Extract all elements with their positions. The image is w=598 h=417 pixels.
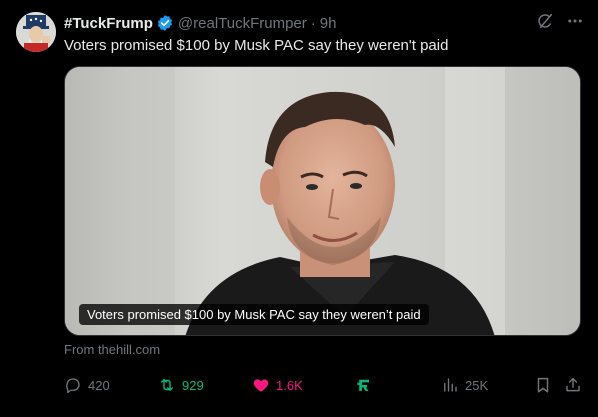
heart-icon xyxy=(252,376,270,394)
action-bar: 420 929 1.6K 25K xyxy=(64,376,584,398)
like-button[interactable]: 1.6K xyxy=(252,376,303,394)
link-source[interactable]: From thehill.com xyxy=(64,342,160,357)
link-card-image[interactable]: Voters promised $100 by Musk PAC say the… xyxy=(64,66,581,336)
share-button[interactable] xyxy=(564,376,582,394)
verified-badge-icon xyxy=(156,14,174,32)
extension-icon xyxy=(354,376,372,394)
reply-count: 420 xyxy=(88,377,110,393)
repost-icon xyxy=(158,376,176,394)
bookmark-button[interactable] xyxy=(534,376,552,394)
views-count: 25K xyxy=(465,377,489,393)
media-caption: Voters promised $100 by Musk PAC say the… xyxy=(79,304,429,325)
handle[interactable]: @realTuckFrumper xyxy=(178,15,307,32)
views-icon xyxy=(441,376,459,394)
views-button[interactable]: 25K xyxy=(441,376,488,394)
bookmark-icon xyxy=(534,376,552,394)
extension-button[interactable] xyxy=(354,376,372,394)
post-text: Voters promised $100 by Musk PAC say the… xyxy=(64,37,449,54)
share-icon xyxy=(564,376,582,394)
separator-dot: · xyxy=(310,14,316,32)
portrait-photo xyxy=(65,67,580,335)
repost-button[interactable]: 929 xyxy=(158,376,204,394)
grok-icon[interactable] xyxy=(536,12,554,35)
timestamp[interactable]: 9h xyxy=(320,15,337,32)
post-top-actions xyxy=(536,12,584,35)
reply-icon xyxy=(64,376,82,394)
post-header: #TuckFrump @realTuckFrumper · 9h xyxy=(64,13,336,33)
like-count: 1.6K xyxy=(276,377,303,393)
more-icon[interactable] xyxy=(566,12,584,35)
avatar[interactable] xyxy=(16,12,56,52)
repost-count: 929 xyxy=(182,377,204,393)
reply-button[interactable]: 420 xyxy=(64,376,110,394)
display-name[interactable]: #TuckFrump xyxy=(64,15,153,32)
